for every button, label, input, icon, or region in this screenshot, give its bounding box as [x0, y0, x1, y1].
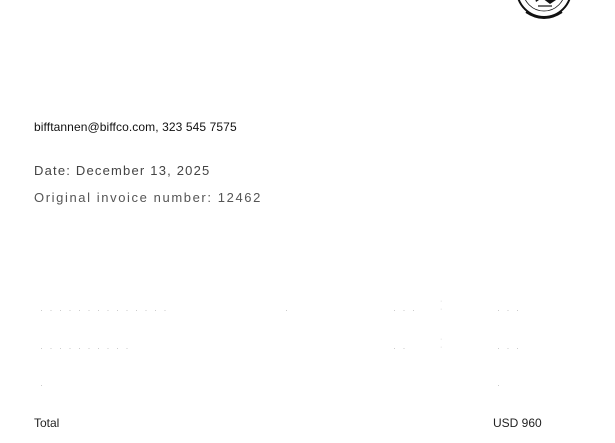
line-item-row: · ·: [0, 380, 615, 396]
total-value: USD 960: [493, 416, 542, 430]
line-item-description: · · · · · · · · · ·: [40, 343, 131, 353]
line-item-row: · · · · · · · · · · · · · · · · · · · · …: [0, 298, 615, 321]
total-label: Total: [34, 416, 60, 430]
line-item-description: ·: [40, 380, 45, 390]
line-item-separator: · ·: [440, 336, 443, 351]
document-page: bifftannen@biffco.com, 323 545 7575 Date…: [0, 0, 615, 443]
invoice-date: Date: December 13, 2025: [34, 163, 211, 178]
line-item-row: · · · · · · · · · · · · · · · · ·: [0, 336, 615, 359]
original-invoice-number: Original invoice number: 12462: [34, 190, 262, 205]
line-item-quantity: · ·: [393, 343, 408, 353]
line-item-amount: · · ·: [497, 343, 521, 353]
contact-line: bifftannen@biffco.com, 323 545 7575: [34, 120, 237, 134]
line-item-amount: · · ·: [497, 305, 521, 315]
line-item-separator: · ·: [440, 298, 443, 313]
line-item-mark: ·: [285, 305, 290, 315]
seal-logo-icon: [517, 0, 571, 19]
line-item-quantity: · · ·: [393, 305, 417, 315]
line-item-amount: ·: [497, 380, 502, 390]
line-item-description: · · · · · · · · · · · · · ·: [40, 305, 169, 315]
